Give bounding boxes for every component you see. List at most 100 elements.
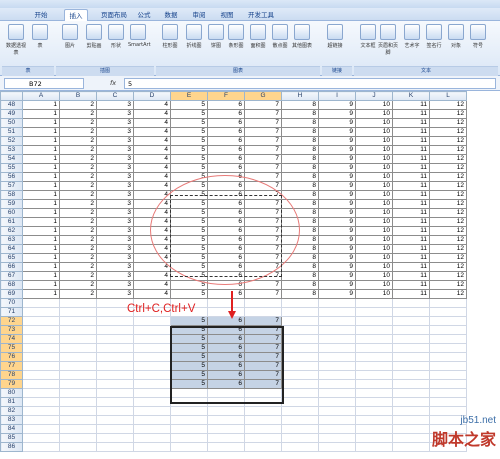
cell-J82[interactable]	[355, 406, 393, 416]
cell-K56[interactable]: 11	[392, 172, 430, 182]
cell-A84[interactable]	[22, 424, 60, 434]
cell-A57[interactable]: 1	[22, 181, 60, 191]
cell-C52[interactable]: 3	[96, 136, 134, 146]
ribbon-button-3[interactable]: 剪贴画	[84, 24, 104, 49]
cell-B63[interactable]: 2	[59, 235, 97, 245]
cell-J50[interactable]: 10	[355, 118, 393, 128]
ribbon-button-14[interactable]: 文本框	[358, 24, 378, 49]
cell-F84[interactable]	[207, 424, 245, 434]
cell-I57[interactable]: 9	[318, 181, 356, 191]
cell-H81[interactable]	[281, 397, 319, 407]
cell-K62[interactable]: 11	[392, 226, 430, 236]
cell-A76[interactable]	[22, 352, 60, 362]
cell-C85[interactable]	[96, 433, 134, 443]
cell-C62[interactable]: 3	[96, 226, 134, 236]
cell-H70[interactable]	[281, 298, 319, 308]
cell-H50[interactable]: 8	[281, 118, 319, 128]
cell-A66[interactable]: 1	[22, 262, 60, 272]
cell-D76[interactable]	[133, 352, 171, 362]
cell-A63[interactable]: 1	[22, 235, 60, 245]
cell-H51[interactable]: 8	[281, 127, 319, 137]
cell-G84[interactable]	[244, 424, 282, 434]
cell-K60[interactable]: 11	[392, 208, 430, 218]
cell-B56[interactable]: 2	[59, 172, 97, 182]
cell-H54[interactable]: 8	[281, 154, 319, 164]
cell-I71[interactable]	[318, 307, 356, 317]
cell-K75[interactable]	[392, 343, 430, 353]
cell-D80[interactable]	[133, 388, 171, 398]
cell-H74[interactable]	[281, 334, 319, 344]
cell-A78[interactable]	[22, 370, 60, 380]
row-header[interactable]: 48	[0, 100, 23, 110]
cell-K57[interactable]: 11	[392, 181, 430, 191]
cell-J60[interactable]: 10	[355, 208, 393, 218]
cell-A75[interactable]	[22, 343, 60, 353]
fx-icon[interactable]: fx	[110, 78, 124, 89]
cell-E48[interactable]: 5	[170, 100, 208, 110]
cell-H55[interactable]: 8	[281, 163, 319, 173]
cell-H76[interactable]	[281, 352, 319, 362]
cell-I73[interactable]	[318, 325, 356, 335]
cell-I48[interactable]: 9	[318, 100, 356, 110]
cell-J71[interactable]	[355, 307, 393, 317]
cell-L72[interactable]	[429, 316, 467, 326]
cell-L59[interactable]: 12	[429, 199, 467, 209]
column-header-I[interactable]: I	[318, 91, 356, 101]
cell-K65[interactable]: 11	[392, 253, 430, 263]
cell-J74[interactable]	[355, 334, 393, 344]
cell-J57[interactable]: 10	[355, 181, 393, 191]
cell-H48[interactable]: 8	[281, 100, 319, 110]
cell-B49[interactable]: 2	[59, 109, 97, 119]
row-header[interactable]: 56	[0, 172, 23, 182]
row-header[interactable]: 82	[0, 406, 23, 416]
row-header[interactable]: 52	[0, 136, 23, 146]
cell-C60[interactable]: 3	[96, 208, 134, 218]
cell-D86[interactable]	[133, 442, 171, 452]
cell-D85[interactable]	[133, 433, 171, 443]
cell-K77[interactable]	[392, 361, 430, 371]
cell-C66[interactable]: 3	[96, 262, 134, 272]
cell-J83[interactable]	[355, 415, 393, 425]
cell-H73[interactable]	[281, 325, 319, 335]
cell-H71[interactable]	[281, 307, 319, 317]
cell-G82[interactable]	[244, 406, 282, 416]
cell-J85[interactable]	[355, 433, 393, 443]
cell-B65[interactable]: 2	[59, 253, 97, 263]
row-header[interactable]: 66	[0, 262, 23, 272]
cell-C51[interactable]: 3	[96, 127, 134, 137]
cell-G69[interactable]: 7	[244, 289, 282, 299]
cell-B50[interactable]: 2	[59, 118, 97, 128]
cell-E51[interactable]: 5	[170, 127, 208, 137]
cell-B62[interactable]: 2	[59, 226, 97, 236]
cell-C48[interactable]: 3	[96, 100, 134, 110]
cell-I72[interactable]	[318, 316, 356, 326]
column-header-L[interactable]: L	[429, 91, 467, 101]
cell-L65[interactable]: 12	[429, 253, 467, 263]
cell-A62[interactable]: 1	[22, 226, 60, 236]
cell-I53[interactable]: 9	[318, 145, 356, 155]
cell-G50[interactable]: 7	[244, 118, 282, 128]
cell-H67[interactable]: 8	[281, 271, 319, 281]
cell-B66[interactable]: 2	[59, 262, 97, 272]
cell-B52[interactable]: 2	[59, 136, 97, 146]
cell-D52[interactable]: 4	[133, 136, 171, 146]
cell-C81[interactable]	[96, 397, 134, 407]
cell-H52[interactable]: 8	[281, 136, 319, 146]
cell-B71[interactable]	[59, 307, 97, 317]
cell-I67[interactable]: 9	[318, 271, 356, 281]
column-header-B[interactable]: B	[59, 91, 97, 101]
cell-B58[interactable]: 2	[59, 190, 97, 200]
row-header[interactable]: 77	[0, 361, 23, 371]
cell-K76[interactable]	[392, 352, 430, 362]
cell-K48[interactable]: 11	[392, 100, 430, 110]
cell-J70[interactable]	[355, 298, 393, 308]
cell-A83[interactable]	[22, 415, 60, 425]
cell-B76[interactable]	[59, 352, 97, 362]
cell-I66[interactable]: 9	[318, 262, 356, 272]
cell-J64[interactable]: 10	[355, 244, 393, 254]
cell-I63[interactable]: 9	[318, 235, 356, 245]
cell-C84[interactable]	[96, 424, 134, 434]
cell-K84[interactable]	[392, 424, 430, 434]
cell-C76[interactable]	[96, 352, 134, 362]
cell-H78[interactable]	[281, 370, 319, 380]
